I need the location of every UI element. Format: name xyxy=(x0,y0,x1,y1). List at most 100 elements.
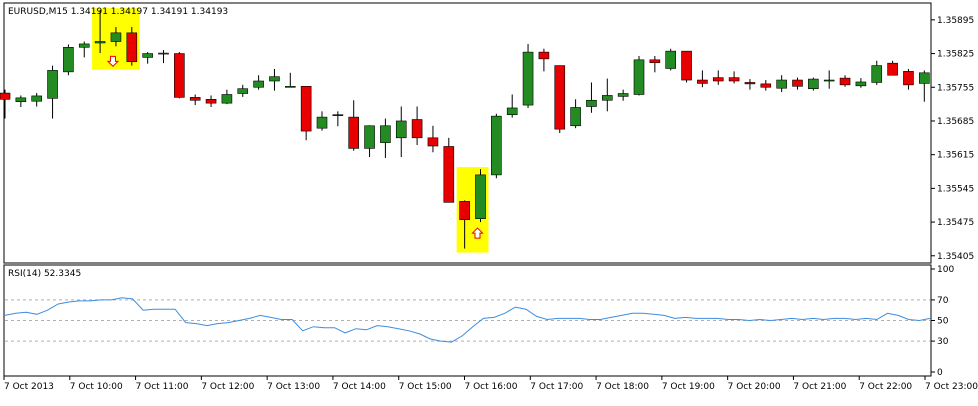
time-tick-label: 7 Oct 21:00 xyxy=(793,382,846,392)
candle-body xyxy=(300,85,312,132)
candle-body xyxy=(665,50,677,69)
candle xyxy=(443,137,455,203)
time-axis: 7 Oct 2013 7 Oct 10:00 7 Oct 11:00 7 Oct 12… xyxy=(3,376,978,392)
candle-body xyxy=(189,97,201,101)
candle-body xyxy=(284,85,296,88)
time-tick-label: 7 Oct 10:00 xyxy=(70,382,123,392)
candle-body xyxy=(94,41,106,44)
candle-body xyxy=(380,125,391,143)
candle-body xyxy=(348,116,360,149)
time-tick-label: 7 Oct 13:00 xyxy=(267,382,320,392)
candle-body xyxy=(142,53,153,58)
candle-body xyxy=(712,77,724,82)
candle-body xyxy=(158,52,169,55)
candle-body xyxy=(364,125,375,149)
candle-body xyxy=(776,79,787,89)
time-tick-label: 7 Oct 22:00 xyxy=(859,382,912,392)
rsi-tick-label: 0 xyxy=(937,368,943,378)
candle-body xyxy=(871,65,883,83)
candle-body xyxy=(744,82,756,85)
candle-body xyxy=(617,93,629,97)
candle-body xyxy=(903,71,914,86)
time-tick-label: 7 Oct 16:00 xyxy=(465,382,518,392)
rsi-panel-header: RSI(14) 52.3345 xyxy=(8,269,81,279)
candle-body xyxy=(839,77,851,86)
candle-body xyxy=(253,80,264,88)
candle xyxy=(63,44,74,76)
rsi-tick-label: 100 xyxy=(937,265,954,275)
candle-body xyxy=(78,43,90,48)
candle xyxy=(633,55,645,96)
time-tick-label: 7 Oct 20:00 xyxy=(728,382,781,392)
candle-body xyxy=(586,99,597,107)
price-tick-label: 1.35825 xyxy=(937,50,974,60)
candle-body xyxy=(63,46,74,73)
candle-body xyxy=(855,81,867,87)
main-panel-header: EURUSD,M15 1.34191 1.34197 1.34191 1.341… xyxy=(8,7,228,17)
time-tick-label: 7 Oct 23:00 xyxy=(925,382,978,392)
time-tick-label: 7 Oct 17:00 xyxy=(530,382,583,392)
candle xyxy=(554,65,566,133)
candle-body xyxy=(221,94,233,104)
candle-body xyxy=(522,51,534,106)
rsi-tick-label: 70 xyxy=(937,296,949,306)
candle-body xyxy=(681,50,692,81)
candle-body xyxy=(110,32,122,42)
candle-body xyxy=(633,59,645,95)
rsi-tick-label: 30 xyxy=(937,337,949,347)
price-tick-label: 1.35475 xyxy=(937,218,974,228)
time-tick-label: 7 Oct 14:00 xyxy=(333,382,386,392)
candle xyxy=(475,169,486,223)
candle xyxy=(681,50,692,83)
candle-body xyxy=(697,79,708,84)
time-tick-label: 7 Oct 15:00 xyxy=(399,382,452,392)
price-tick-label: 1.35755 xyxy=(937,83,974,93)
candle-body xyxy=(918,72,930,84)
candle-body xyxy=(411,119,423,139)
candle-body xyxy=(506,107,518,116)
candle-body xyxy=(15,97,27,103)
candle-body xyxy=(823,79,835,82)
candle-body xyxy=(538,51,550,60)
candle-body xyxy=(269,76,280,82)
rsi-axis: 100 70 50 30 0 xyxy=(931,265,954,378)
price-tick-label: 1.35685 xyxy=(937,117,974,127)
candle xyxy=(174,52,185,99)
candle-body xyxy=(601,95,613,101)
candle xyxy=(491,113,502,179)
candle-body xyxy=(887,62,898,76)
price-tick-label: 1.35405 xyxy=(937,252,974,262)
time-tick-label: 7 Oct 11:00 xyxy=(136,382,189,392)
candle-body xyxy=(760,83,772,88)
price-axis: 1.35895 1.35825 1.35755 1.35685 1.35615 1.355… xyxy=(931,16,974,262)
price-tick-label: 1.35895 xyxy=(937,16,974,26)
candle-body xyxy=(332,114,344,117)
candle-body xyxy=(237,88,249,94)
chart-canvas[interactable]: 1.35895 1.35825 1.35755 1.35685 1.35615 1.355… xyxy=(0,0,978,402)
candle xyxy=(808,77,819,91)
candle xyxy=(126,27,138,66)
candle xyxy=(665,48,677,71)
candle-body xyxy=(126,32,138,63)
candle-body xyxy=(808,78,819,90)
candle-body xyxy=(427,137,439,147)
time-tick-label: 7 Oct 12:00 xyxy=(201,382,254,392)
candle-body xyxy=(491,115,502,176)
candle-body xyxy=(205,98,217,104)
candle-body xyxy=(554,65,566,130)
candle xyxy=(522,43,534,108)
candle-body xyxy=(443,146,455,203)
price-tick-label: 1.35545 xyxy=(937,184,974,194)
candle-body xyxy=(0,92,11,100)
candle-body xyxy=(395,120,407,139)
candle-body xyxy=(47,70,58,99)
candle-body xyxy=(475,174,486,220)
time-tick-label: 7 Oct 18:00 xyxy=(596,382,649,392)
candle-body xyxy=(174,53,185,98)
candle-body xyxy=(459,201,470,220)
candle-body xyxy=(31,95,43,102)
chart-window[interactable]: 1.35895 1.35825 1.35755 1.35685 1.35615 1.355… xyxy=(0,0,978,402)
time-tick-label: 7 Oct 2013 xyxy=(4,382,54,392)
price-tick-label: 1.35615 xyxy=(937,151,974,161)
candle-body xyxy=(649,59,661,64)
